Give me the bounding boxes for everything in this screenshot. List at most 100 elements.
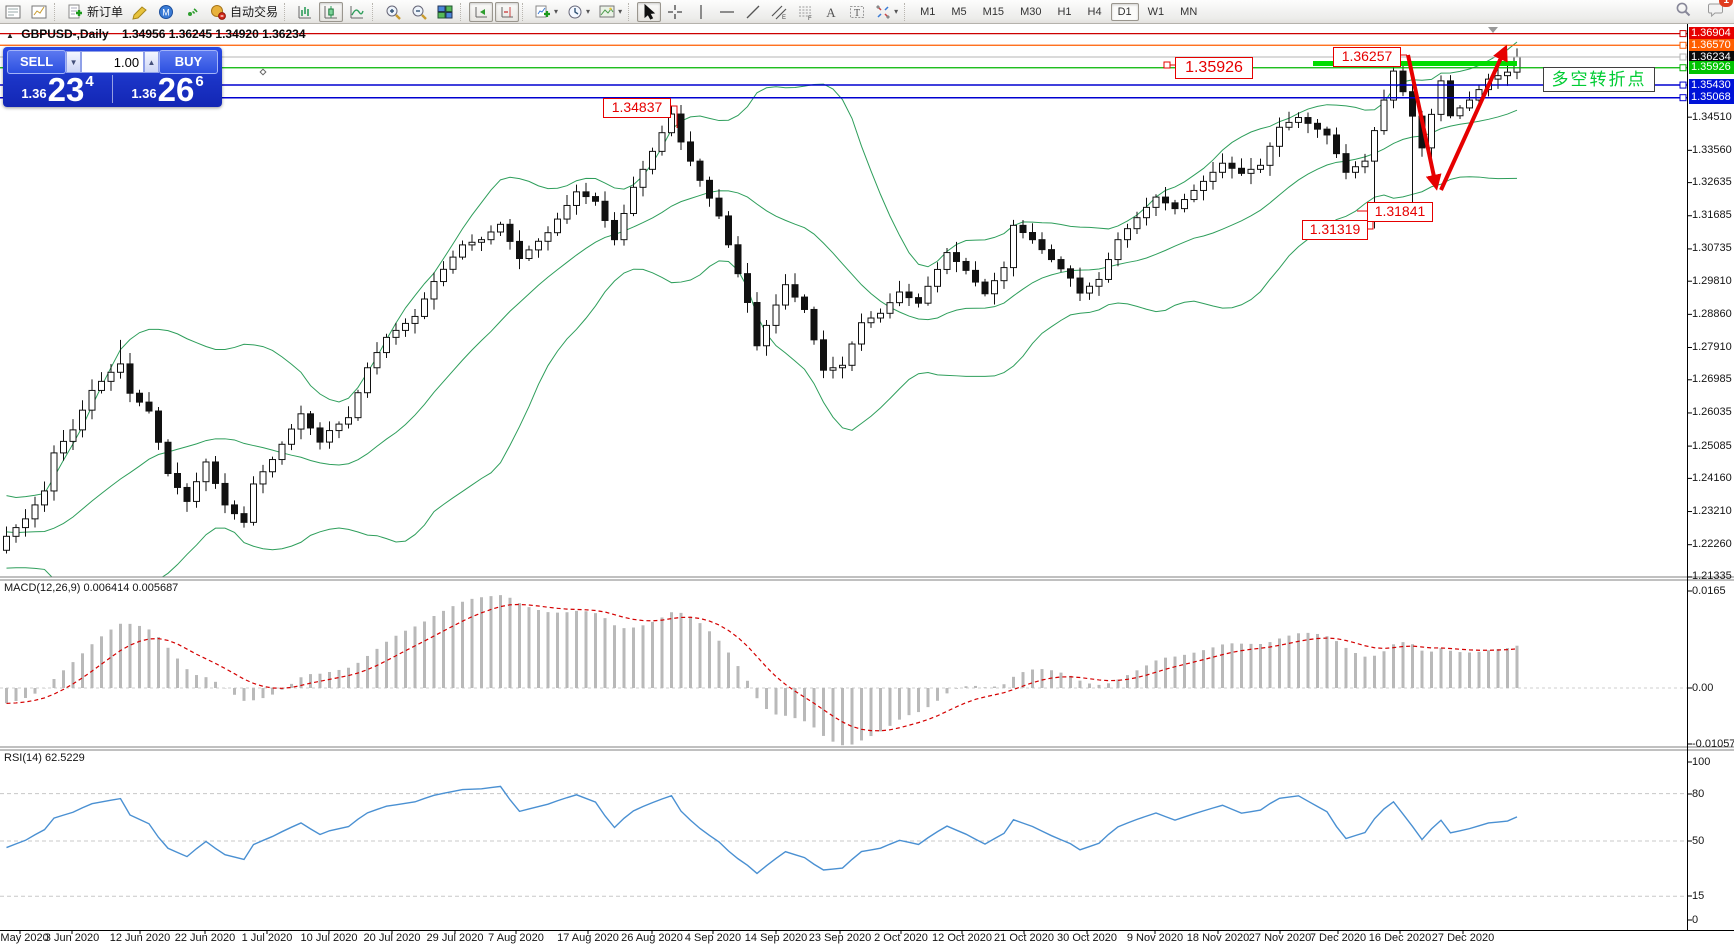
timeframe-mn-button[interactable]: MN bbox=[1173, 3, 1204, 21]
price-callout-1.35926[interactable]: 1.35926 bbox=[1175, 57, 1253, 79]
price-callout-1.31319[interactable]: 1.31319 bbox=[1302, 220, 1368, 240]
date-label[interactable]: 4 Sep 2020 bbox=[685, 932, 741, 944]
trendline-button[interactable] bbox=[741, 2, 765, 22]
date-label[interactable]: 29 Jul 2020 bbox=[427, 932, 484, 944]
hline-anchor[interactable] bbox=[1680, 54, 1686, 60]
turning-point-note[interactable]: 多空转折点 bbox=[1543, 67, 1655, 92]
auto-trading-button[interactable]: 自动交易 bbox=[206, 2, 281, 22]
candle-bull bbox=[1106, 260, 1112, 280]
new-order-button[interactable]: 新订单 bbox=[63, 2, 126, 22]
date-label[interactable]: 1 Jul 2020 bbox=[242, 932, 293, 944]
horizontal-line-button[interactable] bbox=[715, 2, 739, 22]
auto-scroll-button[interactable] bbox=[469, 2, 493, 22]
timeframe-d1-button[interactable]: D1 bbox=[1111, 3, 1139, 21]
volume-input[interactable]: 1.00 bbox=[81, 51, 144, 73]
volume-down-button[interactable]: ▼ bbox=[66, 51, 81, 73]
signals-button[interactable] bbox=[180, 2, 204, 22]
timeframe-m5-button[interactable]: M5 bbox=[944, 3, 973, 21]
buy-price[interactable]: 1.36 26 6 bbox=[113, 73, 222, 105]
text-label-button[interactable]: T bbox=[845, 2, 869, 22]
charts-list-button[interactable] bbox=[1, 2, 25, 22]
indicators-button[interactable]: ▾ bbox=[531, 2, 561, 22]
buy-button[interactable]: BUY bbox=[159, 50, 218, 74]
date-label[interactable]: 7 Aug 2020 bbox=[488, 932, 544, 944]
date-label[interactable]: 30 Oct 2020 bbox=[1057, 932, 1117, 944]
date-label[interactable]: 26 Aug 2020 bbox=[621, 932, 683, 944]
date-label[interactable]: 7 Dec 2020 bbox=[1310, 932, 1366, 944]
date-label[interactable]: 21 Oct 2020 bbox=[994, 932, 1054, 944]
arrows-button[interactable]: ▾ bbox=[871, 2, 901, 22]
candle-bear bbox=[821, 340, 827, 370]
candle-bull bbox=[925, 286, 931, 303]
date-label[interactable]: 14 Sep 2020 bbox=[745, 932, 807, 944]
text-button[interactable]: A bbox=[819, 2, 843, 22]
date-label[interactable]: 20 Jul 2020 bbox=[364, 932, 421, 944]
date-label[interactable]: 9 Nov 2020 bbox=[1127, 932, 1183, 944]
vertical-line-button[interactable] bbox=[689, 2, 713, 22]
sell-button[interactable]: SELL bbox=[7, 50, 66, 74]
date-label[interactable]: 5 May 2020 bbox=[0, 932, 49, 944]
rsi-label: RSI(14) 62.5229 bbox=[4, 752, 85, 764]
date-label[interactable]: 12 Oct 2020 bbox=[932, 932, 992, 944]
object-anchor-diamond[interactable] bbox=[260, 69, 266, 75]
timeframe-h1-button[interactable]: H1 bbox=[1050, 3, 1078, 21]
date-label[interactable]: 10 Jul 2020 bbox=[301, 932, 358, 944]
hline-anchor[interactable] bbox=[1680, 65, 1686, 71]
channel-button[interactable]: E bbox=[767, 2, 791, 22]
candle-bear bbox=[1239, 168, 1245, 173]
date-label[interactable]: 27 Dec 2020 bbox=[1432, 932, 1494, 944]
date-label[interactable]: 3 Jun 2020 bbox=[45, 932, 99, 944]
price-callout-1.31841[interactable]: 1.31841 bbox=[1367, 202, 1433, 222]
chart-shift-button[interactable] bbox=[495, 2, 519, 22]
community-button[interactable]: M bbox=[154, 2, 178, 22]
search-icon[interactable] bbox=[1674, 0, 1692, 23]
date-label[interactable]: 2 Oct 2020 bbox=[874, 932, 928, 944]
timeframe-h4-button[interactable]: H4 bbox=[1081, 3, 1109, 21]
candlestick-chart-button[interactable] bbox=[319, 2, 343, 22]
zoom-out-button[interactable] bbox=[407, 2, 431, 22]
panel-toggle-icon[interactable]: ▲ bbox=[6, 31, 14, 40]
hline-anchor[interactable] bbox=[1680, 42, 1686, 48]
sell-price[interactable]: 1.36 23 4 bbox=[3, 73, 112, 105]
zoom-in-button[interactable] bbox=[381, 2, 405, 22]
chart-canvas[interactable] bbox=[0, 24, 1734, 950]
timeframe-m30-button[interactable]: M30 bbox=[1013, 3, 1048, 21]
auto-scroll-icon bbox=[472, 3, 490, 21]
one-click-trade-panel: SELL ▼ 1.00 ▲ BUY 1.36 23 4 1.36 26 6 bbox=[3, 47, 222, 107]
candle-bear bbox=[517, 241, 523, 258]
cursor-button[interactable] bbox=[637, 2, 661, 22]
bar-chart-button[interactable] bbox=[293, 2, 317, 22]
fibonacci-button[interactable]: F bbox=[793, 2, 817, 22]
date-label[interactable]: 17 Aug 2020 bbox=[557, 932, 619, 944]
date-label[interactable]: 27 Nov 2020 bbox=[1249, 932, 1311, 944]
object-anchor-triangle[interactable] bbox=[1488, 27, 1498, 33]
hline-anchor[interactable] bbox=[1680, 82, 1686, 88]
date-label[interactable]: 22 Jun 2020 bbox=[175, 932, 236, 944]
volume-up-button[interactable]: ▲ bbox=[144, 51, 159, 73]
toolbar: 新订单M自动交易▾▾▾EFAT▾M1M5M15M30H1H4D1W1MN1 bbox=[0, 0, 1734, 24]
tick-chart-button[interactable] bbox=[27, 2, 51, 22]
timeframe-m15-button[interactable]: M15 bbox=[976, 3, 1011, 21]
candle-bear bbox=[222, 483, 228, 504]
metaeditor-button[interactable] bbox=[128, 2, 152, 22]
date-label[interactable]: 18 Nov 2020 bbox=[1187, 932, 1249, 944]
date-label[interactable]: 16 Dec 2020 bbox=[1369, 932, 1431, 944]
timeframe-w1-button[interactable]: W1 bbox=[1141, 3, 1172, 21]
timeframe-m1-button[interactable]: M1 bbox=[913, 3, 942, 21]
templates-button[interactable]: ▾ bbox=[595, 2, 625, 22]
candle-bear bbox=[1315, 123, 1321, 129]
hline-anchor[interactable] bbox=[1680, 31, 1686, 37]
date-label[interactable]: 12 Jun 2020 bbox=[110, 932, 171, 944]
price-callout-1.36257[interactable]: 1.36257 bbox=[1333, 47, 1401, 67]
date-label[interactable]: 23 Sep 2020 bbox=[809, 932, 871, 944]
trend-arrow-up[interactable] bbox=[1441, 49, 1505, 190]
line-chart-button[interactable] bbox=[345, 2, 369, 22]
tile-windows-button[interactable] bbox=[433, 2, 457, 22]
periods-button[interactable]: ▾ bbox=[563, 2, 593, 22]
hline-anchor[interactable] bbox=[1680, 95, 1686, 101]
chat-icon[interactable]: 1 bbox=[1706, 0, 1726, 23]
price-callout-1.34837[interactable]: 1.34837 bbox=[603, 98, 671, 118]
crosshair-button[interactable] bbox=[663, 2, 687, 22]
svg-text:F: F bbox=[808, 16, 812, 21]
candle-bull bbox=[279, 444, 285, 459]
